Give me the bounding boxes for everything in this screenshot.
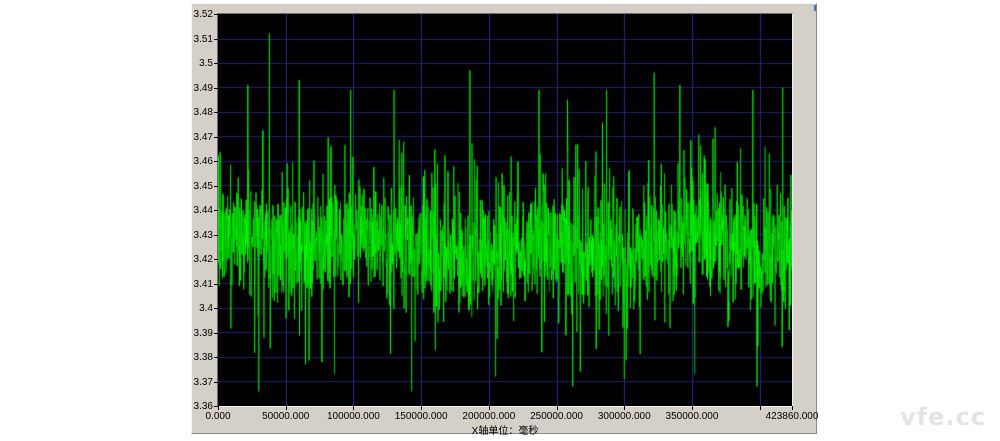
y-axis-tick xyxy=(214,39,218,40)
y-axis-tick-label: 3.4 xyxy=(191,304,213,314)
y-axis-tick-label: 3.5 xyxy=(191,59,213,69)
y-axis-tick-label: 3.47 xyxy=(191,133,213,143)
y-axis-tick xyxy=(214,284,218,285)
x-axis-tick xyxy=(489,406,490,410)
y-axis-tick-label: 3.45 xyxy=(191,182,213,192)
y-axis-tick xyxy=(214,210,218,211)
y-axis-tick xyxy=(214,88,218,89)
x-axis-tick xyxy=(218,406,219,410)
chart-panel-inner: 3.52 3.51 3.5 3.49 3.48 3.47 3.46 3.45 3.44 3.43 3… xyxy=(192,4,816,433)
x-axis-tick xyxy=(792,406,793,410)
y-axis-tick-label: 3.46 xyxy=(191,157,213,167)
y-axis-tick-label: 3.51 xyxy=(191,35,213,45)
x-axis-tick xyxy=(421,406,422,410)
y-axis-tick-label: 3.52 xyxy=(191,10,213,20)
y-axis-tick-label: 3.37 xyxy=(191,378,213,388)
y-axis-tick-label: 3.48 xyxy=(191,108,213,118)
x-axis-tick xyxy=(353,406,354,410)
y-axis-tick-label: 3.43 xyxy=(191,231,213,241)
chart-panel: 3.52 3.51 3.5 3.49 3.48 3.47 3.46 3.45 3.44 3.43 3… xyxy=(191,3,817,434)
y-axis-tick-label: 3.44 xyxy=(191,206,213,216)
x-axis-tick xyxy=(557,406,558,410)
y-axis-tick xyxy=(214,308,218,309)
y-axis-tick xyxy=(214,382,218,383)
x-axis-tick xyxy=(692,406,693,410)
x-axis-tick-label: 300000.000 xyxy=(592,412,656,422)
y-axis-tick xyxy=(214,137,218,138)
y-axis-tick xyxy=(214,112,218,113)
x-axis-tick-label: 100000.000 xyxy=(321,412,385,422)
watermark: vfe.cc xyxy=(900,403,986,431)
y-axis-tick-label: 3.42 xyxy=(191,255,213,265)
y-axis-tick xyxy=(214,63,218,64)
x-axis-tick-label: 0.000 xyxy=(186,412,250,422)
x-axis-tick-label: 150000.000 xyxy=(389,412,453,422)
x-axis-tick-label: 250000.000 xyxy=(525,412,589,422)
plot-area-canvas xyxy=(217,13,793,407)
y-axis-tick xyxy=(214,357,218,358)
x-axis-unit-label: X轴单位：毫秒 xyxy=(445,422,565,437)
y-axis-tick xyxy=(214,186,218,187)
x-axis-tick-label: 350000.000 xyxy=(660,412,724,422)
panel-corner-artifact xyxy=(814,5,816,11)
x-axis-tick-label: 200000.000 xyxy=(457,412,521,422)
x-axis-tick xyxy=(760,406,761,410)
x-axis-tick-label: 423860.000 xyxy=(760,412,824,422)
x-axis-tick-label: 50000.000 xyxy=(254,412,318,422)
y-axis-tick xyxy=(214,14,218,15)
y-axis-tick-label: 3.38 xyxy=(191,353,213,363)
y-axis-tick-label: 3.49 xyxy=(191,84,213,94)
y-axis-tick-label: 3.41 xyxy=(191,280,213,290)
x-axis-tick xyxy=(286,406,287,410)
x-axis-tick xyxy=(624,406,625,410)
y-axis-tick-label: 3.39 xyxy=(191,329,213,339)
y-axis-tick xyxy=(214,235,218,236)
y-axis-tick xyxy=(214,161,218,162)
y-axis-tick xyxy=(214,259,218,260)
y-axis-tick xyxy=(214,333,218,334)
